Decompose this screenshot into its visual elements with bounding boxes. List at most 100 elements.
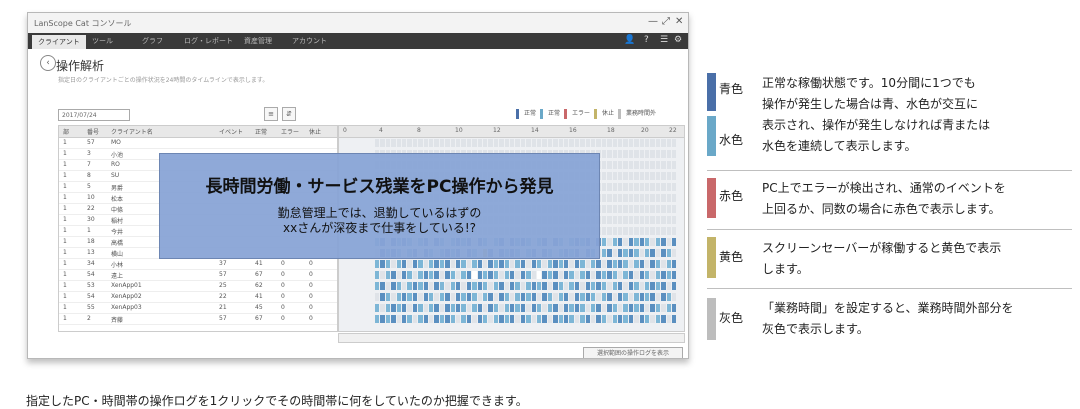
timeline-cell[interactable] xyxy=(412,139,418,147)
timeline-cell[interactable] xyxy=(499,260,504,268)
timeline-cell[interactable] xyxy=(553,315,558,323)
timeline-cell[interactable] xyxy=(618,293,623,301)
timeline-cell[interactable] xyxy=(628,194,634,202)
timeline-cell[interactable] xyxy=(445,139,450,147)
timeline-cell[interactable] xyxy=(591,304,596,312)
timeline-cell[interactable] xyxy=(531,293,536,301)
timeline-cell[interactable] xyxy=(553,260,558,268)
timeline-cell[interactable] xyxy=(483,315,488,323)
timeline-cell[interactable] xyxy=(639,183,644,191)
timeline-cell[interactable] xyxy=(618,227,623,235)
col-header[interactable]: イベント xyxy=(219,127,243,136)
timeline-cell[interactable] xyxy=(650,172,655,180)
timeline-cell[interactable] xyxy=(655,282,661,290)
timeline-cell[interactable] xyxy=(591,271,596,279)
timeline-cell[interactable] xyxy=(607,249,612,257)
timeline-cell[interactable] xyxy=(655,172,661,180)
timeline-cell[interactable] xyxy=(439,315,445,323)
timeline-cell[interactable] xyxy=(607,183,612,191)
timeline-cell[interactable] xyxy=(672,260,677,268)
timeline-cell[interactable] xyxy=(612,293,617,301)
timeline-cell[interactable] xyxy=(375,282,380,290)
timeline-cell[interactable] xyxy=(580,315,585,323)
timeline-cell[interactable] xyxy=(639,282,644,290)
timeline-cell[interactable] xyxy=(553,293,558,301)
filter-icon[interactable]: ⇵ xyxy=(282,107,296,121)
timeline-cell[interactable] xyxy=(418,271,423,279)
timeline-cell[interactable] xyxy=(639,161,644,169)
timeline-cell[interactable] xyxy=(499,282,504,290)
timeline-cell[interactable] xyxy=(650,161,655,169)
timeline-cell[interactable] xyxy=(434,293,439,301)
timeline-cell[interactable] xyxy=(672,249,677,257)
timeline-cell[interactable] xyxy=(672,216,677,224)
timeline-cell[interactable] xyxy=(618,260,623,268)
timeline-cell[interactable] xyxy=(612,172,617,180)
timeline-cell[interactable] xyxy=(456,293,461,301)
timeline-cell[interactable] xyxy=(585,260,590,268)
timeline-cell[interactable] xyxy=(672,183,677,191)
timeline-cell[interactable] xyxy=(520,293,526,301)
timeline-cell[interactable] xyxy=(601,304,607,312)
timeline-cell[interactable] xyxy=(418,293,423,301)
timeline-cell[interactable] xyxy=(515,271,520,279)
timeline-cell[interactable] xyxy=(650,249,655,257)
timeline-cell[interactable] xyxy=(429,282,434,290)
timeline-cell[interactable] xyxy=(661,150,666,158)
timeline-cell[interactable] xyxy=(461,304,466,312)
timeline-cell[interactable] xyxy=(596,304,601,312)
timeline-cell[interactable] xyxy=(607,238,612,246)
timeline-cell[interactable] xyxy=(628,271,634,279)
timeline-cell[interactable] xyxy=(412,271,418,279)
timeline-cell[interactable] xyxy=(520,271,526,279)
timeline-cell[interactable] xyxy=(564,315,569,323)
timeline-cell[interactable] xyxy=(639,238,644,246)
timeline-cell[interactable] xyxy=(391,139,396,147)
timeline-cell[interactable] xyxy=(439,293,445,301)
timeline-cell[interactable] xyxy=(623,161,628,169)
timeline-cell[interactable] xyxy=(655,161,661,169)
timeline-cell[interactable] xyxy=(396,271,401,279)
timeline-cell[interactable] xyxy=(504,315,509,323)
timeline-cell[interactable] xyxy=(634,227,639,235)
timeline-cell[interactable] xyxy=(520,139,526,147)
timeline-cell[interactable] xyxy=(607,205,612,213)
timeline-cell[interactable] xyxy=(520,315,526,323)
timeline-cell[interactable] xyxy=(504,293,509,301)
timeline-cell[interactable] xyxy=(612,139,617,147)
timeline-cell[interactable] xyxy=(423,282,428,290)
timeline-cell[interactable] xyxy=(396,282,401,290)
timeline-cell[interactable] xyxy=(645,304,650,312)
timeline-cell[interactable] xyxy=(580,139,585,147)
timeline-cell[interactable] xyxy=(618,139,623,147)
timeline-cell[interactable] xyxy=(391,260,396,268)
timeline-cell[interactable] xyxy=(618,172,623,180)
timeline-cell[interactable] xyxy=(434,304,439,312)
timeline-cell[interactable] xyxy=(645,315,650,323)
timeline-cell[interactable] xyxy=(396,315,401,323)
timeline-cell[interactable] xyxy=(639,205,644,213)
timeline-cell[interactable] xyxy=(472,282,477,290)
timeline-cell[interactable] xyxy=(510,282,515,290)
timeline-cell[interactable] xyxy=(623,238,628,246)
timeline-cell[interactable] xyxy=(607,315,612,323)
timeline-cell[interactable] xyxy=(655,183,661,191)
timeline-cell[interactable] xyxy=(461,293,466,301)
timeline-cell[interactable] xyxy=(466,282,472,290)
timeline-cell[interactable] xyxy=(450,304,455,312)
timeline-cell[interactable] xyxy=(628,315,634,323)
timeline-cell[interactable] xyxy=(672,315,677,323)
timeline-cell[interactable] xyxy=(650,304,655,312)
timeline-cell[interactable] xyxy=(547,260,553,268)
timeline-cell[interactable] xyxy=(650,293,655,301)
timeline-cell[interactable] xyxy=(596,260,601,268)
timeline-cell[interactable] xyxy=(477,271,482,279)
timeline-cell[interactable] xyxy=(672,139,677,147)
timeline-cell[interactable] xyxy=(483,282,488,290)
timeline-cell[interactable] xyxy=(623,260,628,268)
timeline-cell[interactable] xyxy=(661,161,666,169)
timeline-cell[interactable] xyxy=(601,315,607,323)
maximize-button[interactable]: ⤢ xyxy=(662,16,670,27)
timeline-cell[interactable] xyxy=(407,293,412,301)
timeline-cell[interactable] xyxy=(601,293,607,301)
